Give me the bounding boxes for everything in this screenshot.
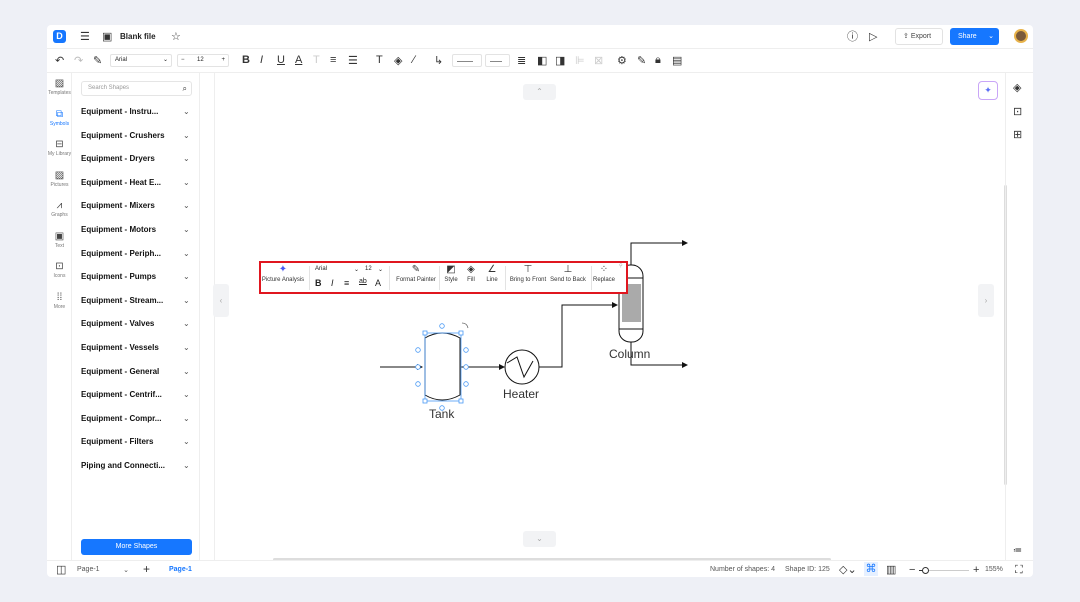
- rotate-handle-icon: [461, 322, 469, 329]
- font-size-select[interactable]: 12 ⌄: [365, 266, 383, 273]
- heater-shape[interactable]: [504, 349, 540, 385]
- library-icon: ⊟: [55, 139, 64, 150]
- icons-icon: ⊡: [55, 261, 64, 272]
- page-select[interactable]: Page-1 ⌄: [77, 566, 129, 574]
- rail-item-my-library[interactable]: ⊟ My Library: [47, 139, 72, 157]
- replace-icon[interactable]: ⁘: [594, 264, 614, 275]
- pipe-heater-column[interactable]: [539, 302, 618, 368]
- symbols-icon: ⧉: [55, 108, 64, 120]
- chevron-down-icon[interactable]: ⌄: [183, 343, 190, 352]
- tank-label[interactable]: Tank: [429, 407, 454, 421]
- divider: [47, 560, 1033, 561]
- bold-icon[interactable]: B: [315, 278, 322, 288]
- shape-category[interactable]: Equipment - Filters: [81, 437, 193, 446]
- chevron-down-icon[interactable]: ⌄: [183, 296, 190, 305]
- map-icon[interactable]: ▥: [886, 563, 896, 577]
- bring-to-front-icon[interactable]: ⊤: [518, 264, 538, 275]
- tank-shape[interactable]: [415, 322, 469, 411]
- pipe-column-top[interactable]: [630, 240, 688, 265]
- templates-icon: ▨: [54, 78, 65, 89]
- more-icon: ⁞⁞: [56, 291, 63, 303]
- align-icon[interactable]: ≡: [344, 278, 349, 288]
- heater-label[interactable]: Heater: [503, 387, 539, 401]
- chevron-down-icon[interactable]: ⌄: [183, 107, 190, 116]
- chevron-down-icon[interactable]: ⌄: [183, 461, 190, 470]
- pin-icon[interactable]: ⚲: [619, 263, 623, 269]
- font-select[interactable]: Arial ⌄: [315, 266, 359, 273]
- format-painter-icon[interactable]: ✎: [406, 264, 426, 275]
- shapes-count: Number of shapes: 4: [710, 566, 775, 573]
- column-label[interactable]: Column: [609, 347, 650, 361]
- replace-button[interactable]: Replace: [579, 277, 629, 283]
- rail-item-templates[interactable]: ▨ Templates: [47, 78, 72, 96]
- chevron-down-icon[interactable]: ⌄: [183, 154, 190, 163]
- zoom-out-icon[interactable]: −: [909, 563, 915, 577]
- rail-item-text[interactable]: ▣ Text: [47, 231, 72, 249]
- shape-category[interactable]: Equipment - Compr...: [81, 414, 193, 423]
- rail-item-symbols[interactable]: ⧉ Symbols: [47, 109, 72, 127]
- shape-category[interactable]: Equipment - Mixers: [81, 201, 193, 210]
- shape-category[interactable]: Piping and Connecti...: [81, 461, 193, 470]
- divider: [309, 266, 310, 290]
- chevron-down-icon[interactable]: ⌄: [183, 201, 190, 210]
- shape-category[interactable]: Equipment - Centrif...: [81, 390, 193, 399]
- style-icon[interactable]: ◩: [441, 264, 461, 275]
- chevron-down-icon[interactable]: ⌄: [183, 249, 190, 258]
- text-icon: ▣: [54, 230, 65, 242]
- chevron-down-icon[interactable]: ⌄: [183, 390, 190, 399]
- chevron-down-icon[interactable]: ⌄: [183, 131, 190, 140]
- fullscreen-icon[interactable]: ⛶: [1015, 563, 1023, 577]
- layers-icon[interactable]: ◇⌄: [839, 563, 857, 577]
- page-panel-icon[interactable]: ◫: [56, 563, 66, 577]
- divider: [389, 266, 390, 290]
- zoom-in-icon[interactable]: +: [973, 563, 979, 577]
- shape-category[interactable]: Equipment - Valves: [81, 319, 193, 328]
- page-settings-icon[interactable]: ⊡: [1013, 105, 1022, 119]
- rail-item-icons[interactable]: ⊡ Icons: [47, 261, 72, 279]
- shortcuts-icon[interactable]: ≔: [1013, 543, 1022, 557]
- send-to-back-icon[interactable]: ⊥: [558, 264, 578, 275]
- font-color-icon[interactable]: A: [375, 278, 381, 288]
- shape-category[interactable]: Equipment - Vessels: [81, 343, 193, 352]
- fill-panel-icon[interactable]: ◈: [1013, 81, 1021, 95]
- rail-item-pictures[interactable]: ▨ Pictures: [47, 170, 72, 188]
- picture-analysis-icon[interactable]: ✦: [273, 264, 293, 275]
- shape-category[interactable]: Equipment - Stream...: [81, 296, 193, 305]
- line-icon[interactable]: ∠: [482, 264, 502, 275]
- shape-category[interactable]: Equipment - Dryers: [81, 154, 193, 163]
- shape-category[interactable]: Equipment - Crushers: [81, 131, 193, 140]
- text-highlight-icon[interactable]: ab: [359, 278, 367, 285]
- page-tab[interactable]: Page-1: [169, 566, 192, 573]
- italic-icon[interactable]: I: [331, 278, 334, 288]
- pictures-icon: ▨: [54, 169, 65, 181]
- focus-icon[interactable]: ⌘: [864, 562, 878, 576]
- chevron-down-icon[interactable]: ⌄: [183, 414, 190, 423]
- picture-analysis-button[interactable]: Picture Analysis: [258, 277, 308, 283]
- shape-category[interactable]: Equipment - Periph...: [81, 249, 193, 258]
- fill-icon[interactable]: ◈: [461, 264, 481, 275]
- chevron-down-icon[interactable]: ⌄: [183, 319, 190, 328]
- shape-category[interactable]: Equipment - Instru...: [81, 107, 193, 116]
- floating-toolbar: ✦ Picture Analysis Arial ⌄ 12 ⌄ B I ≡ ab A…: [259, 261, 628, 294]
- app-window: D ☰ ▣ Blank file ☆ ⓘ ▷ ⇪ Export Share ⌄ ↶…: [47, 25, 1033, 577]
- add-page-icon[interactable]: +: [143, 562, 150, 576]
- diagram: [380, 240, 688, 411]
- shape-id: Shape ID: 125: [785, 566, 830, 573]
- rail-item-more[interactable]: ⁞⁞ More: [47, 292, 72, 310]
- zoom-level[interactable]: 155%: [985, 566, 1003, 573]
- grid-icon[interactable]: ⊞: [1013, 128, 1022, 142]
- chevron-down-icon[interactable]: ⌄: [183, 178, 190, 187]
- rail-item-graphs[interactable]: ⩘ Graphs: [47, 200, 72, 218]
- chevron-down-icon[interactable]: ⌄: [183, 225, 190, 234]
- shape-category[interactable]: Equipment - Pumps: [81, 272, 193, 281]
- zoom-slider[interactable]: [919, 567, 969, 574]
- chevron-down-icon[interactable]: ⌄: [183, 272, 190, 281]
- chevron-down-icon[interactable]: ⌄: [183, 437, 190, 446]
- chevron-down-icon[interactable]: ⌄: [183, 367, 190, 376]
- shape-category[interactable]: Equipment - Motors: [81, 225, 193, 234]
- graphs-icon: ⩘: [56, 200, 63, 211]
- shape-category[interactable]: Equipment - Heat E...: [81, 178, 193, 187]
- right-rail: [1005, 73, 1033, 560]
- shape-category[interactable]: Equipment - General: [81, 367, 193, 376]
